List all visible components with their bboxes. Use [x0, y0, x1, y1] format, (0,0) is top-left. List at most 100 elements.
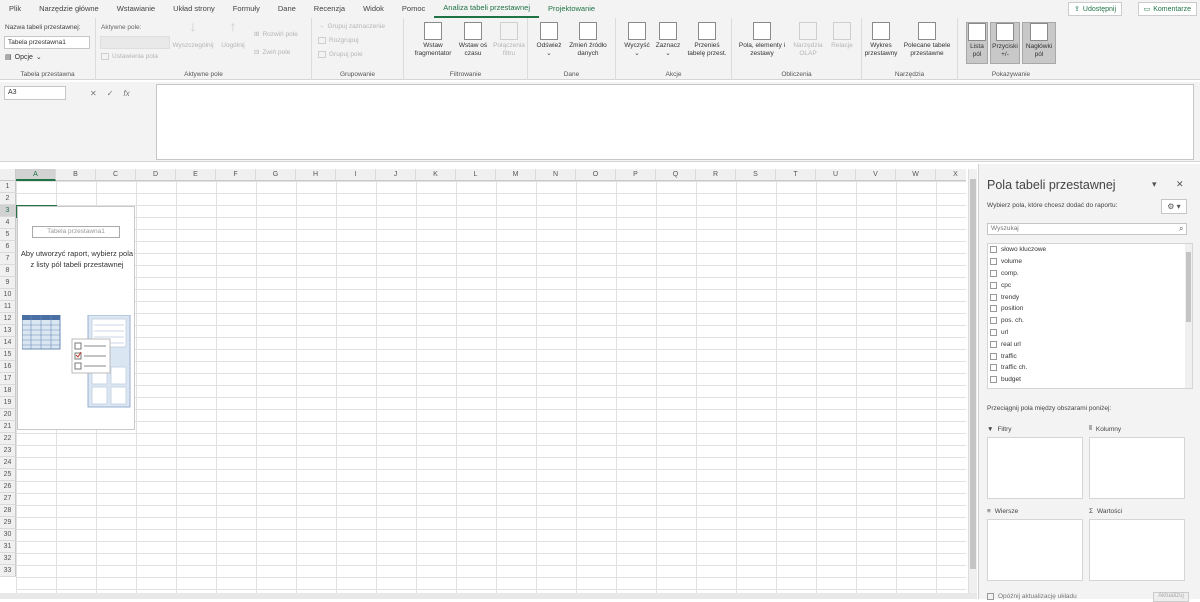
field-checkbox[interactable]: [990, 364, 997, 372]
drill-up-button[interactable]: ↑ Uogólnij: [216, 19, 250, 50]
row-header[interactable]: 22: [0, 433, 16, 445]
menu-tab[interactable]: Widok: [354, 0, 393, 18]
update-button[interactable]: Aktualizuj: [1153, 592, 1189, 602]
values-drop-zone[interactable]: [1089, 519, 1185, 581]
row-header[interactable]: 13: [0, 325, 16, 337]
formula-input[interactable]: [156, 84, 1194, 160]
field-checkbox[interactable]: [990, 281, 997, 289]
drill-down-button[interactable]: ↓ Wyszczególnij: [172, 19, 214, 50]
menu-tab[interactable]: Recenzja: [305, 0, 354, 18]
fields-items-sets-button[interactable]: Pola, elementy i zestawy: [734, 22, 790, 58]
ungroup-button[interactable]: Rozgrupuj: [318, 37, 359, 44]
field-checkbox[interactable]: [990, 328, 997, 336]
field-checkbox[interactable]: [990, 293, 997, 301]
row-header[interactable]: 10: [0, 289, 16, 301]
values-area[interactable]: Σ Wartości: [1089, 505, 1185, 581]
row-header[interactable]: 28: [0, 505, 16, 517]
column-header[interactable]: E: [176, 169, 216, 181]
field-item[interactable]: volume: [988, 256, 1192, 268]
row-header[interactable]: 17: [0, 373, 16, 385]
filters-drop-zone[interactable]: [987, 437, 1083, 499]
pivot-table-placeholder[interactable]: Tabela przestawna1 Aby utworzyć raport, …: [17, 206, 135, 430]
row-header[interactable]: 16: [0, 361, 16, 373]
row-header[interactable]: 5: [0, 229, 16, 241]
expand-field-button[interactable]: ⊞ Rozwiń pole: [254, 30, 298, 39]
row-header[interactable]: 14: [0, 337, 16, 349]
field-checkbox[interactable]: [990, 269, 997, 277]
row-header[interactable]: 12: [0, 313, 16, 325]
column-header[interactable]: F: [216, 169, 256, 181]
row-header[interactable]: 1: [0, 181, 16, 193]
scroll-thumb[interactable]: [1186, 252, 1191, 322]
column-header[interactable]: R: [696, 169, 736, 181]
row-header[interactable]: 11: [0, 301, 16, 313]
row-header[interactable]: 7: [0, 253, 16, 265]
row-header[interactable]: 33: [0, 565, 16, 577]
field-checkbox[interactable]: [990, 258, 997, 266]
menu-tab[interactable]: Pomoc: [393, 0, 434, 18]
field-list-toggle[interactable]: Lista pól: [966, 22, 988, 64]
insert-slicer-button[interactable]: Wstaw fragmentator: [408, 22, 458, 58]
column-header[interactable]: N: [536, 169, 576, 181]
rows-drop-zone[interactable]: [987, 519, 1083, 581]
change-source-button[interactable]: Zmień źródło danych: [564, 22, 612, 58]
row-header[interactable]: 15: [0, 349, 16, 361]
field-item[interactable]: position: [988, 303, 1192, 315]
name-box[interactable]: A3: [4, 86, 66, 100]
row-header[interactable]: 4: [0, 217, 16, 229]
gear-icon[interactable]: ⚙ ▾: [1161, 199, 1187, 214]
scroll-thumb[interactable]: [970, 179, 976, 569]
field-item[interactable]: url: [988, 327, 1192, 339]
comments-button[interactable]: ▭ Komentarze: [1137, 2, 1197, 16]
menu-tab[interactable]: Analiza tabeli przestawnej: [434, 0, 539, 18]
column-header[interactable]: U: [816, 169, 856, 181]
row-header[interactable]: 21: [0, 421, 16, 433]
field-item[interactable]: traffic ch.: [988, 362, 1192, 374]
row-header[interactable]: 20: [0, 409, 16, 421]
cell-area[interactable]: [16, 181, 966, 599]
pivot-chart-button[interactable]: Wykres przestawny: [864, 22, 898, 58]
columns-area[interactable]: ⦀ Kolumny: [1089, 423, 1185, 499]
column-header[interactable]: B: [56, 169, 96, 181]
field-list-scrollbar[interactable]: [1185, 244, 1192, 388]
enter-icon[interactable]: ✓: [107, 89, 114, 98]
clear-button[interactable]: Wyczyść ⌄: [620, 22, 654, 58]
options-button[interactable]: ▤ Opcje ⌄: [5, 53, 42, 62]
menu-tab[interactable]: Plik: [0, 0, 30, 18]
column-header[interactable]: C: [96, 169, 136, 181]
move-pivot-button[interactable]: Przenieś tabelę przest.: [686, 22, 728, 58]
vertical-scrollbar[interactable]: [968, 169, 977, 593]
field-item[interactable]: słowo kluczowe: [988, 244, 1192, 256]
row-header[interactable]: 26: [0, 481, 16, 493]
olap-tools-button[interactable]: Narzędzia OLAP: [788, 22, 828, 58]
row-header[interactable]: 25: [0, 469, 16, 481]
share-button[interactable]: ⇪ Udostępnij: [1068, 2, 1122, 16]
field-checkbox[interactable]: [990, 352, 997, 360]
rows-area[interactable]: ≡ Wiersze: [987, 505, 1083, 581]
field-item[interactable]: traffic: [988, 350, 1192, 362]
row-header[interactable]: 8: [0, 265, 16, 277]
filter-connections-button[interactable]: Połączenia filtru: [492, 22, 526, 58]
field-item[interactable]: cpc: [988, 279, 1192, 291]
field-checkbox[interactable]: [990, 317, 997, 325]
column-header[interactable]: I: [336, 169, 376, 181]
refresh-button[interactable]: Odśwież ⌄: [532, 22, 566, 58]
menu-tab[interactable]: Narzędzie główne: [30, 0, 108, 18]
group-field-button[interactable]: Grupuj pole: [318, 51, 363, 58]
row-header[interactable]: 23: [0, 445, 16, 457]
menu-tab[interactable]: Dane: [269, 0, 305, 18]
column-header[interactable]: Q: [656, 169, 696, 181]
row-header[interactable]: 2: [0, 193, 16, 205]
row-header[interactable]: 31: [0, 541, 16, 553]
field-checkbox[interactable]: [990, 340, 997, 348]
field-item[interactable]: trendy: [988, 291, 1192, 303]
column-header[interactable]: A: [16, 169, 56, 181]
row-header[interactable]: 3: [0, 205, 16, 217]
column-header[interactable]: D: [136, 169, 176, 181]
menu-tab[interactable]: Formuły: [224, 0, 269, 18]
field-item[interactable]: real url: [988, 338, 1192, 350]
column-header[interactable]: J: [376, 169, 416, 181]
filters-area[interactable]: ▼ Filtry: [987, 423, 1083, 499]
recommended-pivots-button[interactable]: Polecane tabele przestawne: [898, 22, 956, 58]
column-header[interactable]: S: [736, 169, 776, 181]
